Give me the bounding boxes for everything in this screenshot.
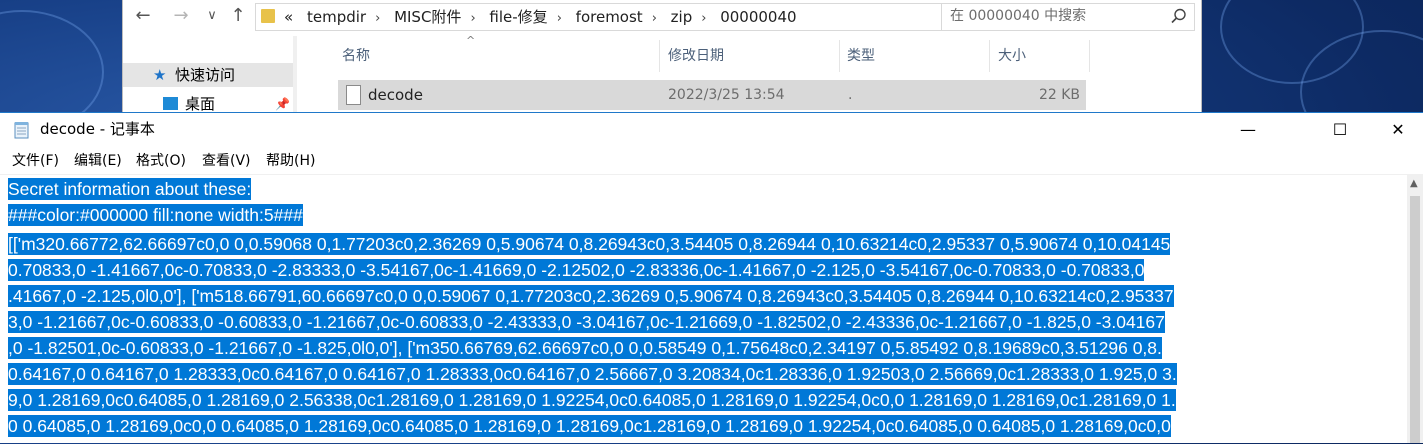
search-box [941,3,1195,31]
breadcrumb-item-zip[interactable]: zip [671,8,693,26]
window-title: decode - 记事本 [40,120,155,138]
column-header-size[interactable]: 大小 [992,42,1083,70]
minimize-icon[interactable]: — [1225,113,1271,146]
scrollbar-thumb[interactable] [1410,196,1420,443]
folder-icon [261,9,275,23]
notepad-window: decode - 记事本 — ☐ ✕ 文件(F) 编辑(E) 格式(O) 查看(… [0,112,1423,443]
search-input[interactable] [942,4,1170,28]
search-icon[interactable] [1170,7,1188,25]
column-divider[interactable] [1089,40,1090,72]
text-file-icon [346,85,361,105]
address-bar[interactable]: « tempdir › MISC附件 › file-修复 › foremost › zi… [255,3,1033,31]
text-line: 3,0 -1.21667,0c-0.60833,0 -0.60833,0 -1.… [8,311,1165,333]
column-divider[interactable] [839,40,840,72]
text-editor[interactable]: Secret information about these: ###color… [0,174,1407,444]
breadcrumb-separator-icon: › [556,11,562,26]
menu-bar: 文件(F) 编辑(E) 格式(O) 查看(V) 帮助(H) [0,149,1423,173]
explorer-nav-bar: ← → ∨ ↑ « tempdir › MISC附件 › file-修复 › fore… [123,0,1201,34]
sidebar-item-quick-access[interactable]: ★ 快速访问 [123,63,293,87]
column-divider[interactable] [659,40,660,72]
column-header-modified[interactable]: 修改日期 [662,42,833,70]
up-arrow-icon[interactable]: ↑ [227,5,249,27]
recent-locations-chevron-icon[interactable]: ∨ [201,5,223,27]
file-name: decode [368,86,423,104]
star-icon: ★ [153,66,167,84]
vertical-scrollbar[interactable]: ▲ [1407,174,1423,443]
text-line: 0.70833,0 -1.41667,0c-0.70833,0 -2.83333… [8,259,1145,281]
text-line: 0 0.64085,0 1.28169,0c0,0 0.64085,0 1.28… [8,415,1171,437]
desktop-icon [163,97,178,110]
breadcrumb-separator-icon: › [470,11,476,26]
breadcrumb-overflow[interactable]: « [284,8,293,26]
text-line: Secret information about these: [8,178,252,200]
breadcrumb-item-current[interactable]: 00000040 [720,8,796,26]
text-line: 0.64167,0 0.64167,0 1.28333,0c0.64167,0 … [8,363,1177,385]
breadcrumb: « tempdir › MISC附件 › file-修复 › foremost › zi… [284,4,797,30]
navigation-pane: ★ 快速访问 桌面 📌 [123,36,298,113]
menu-item-help[interactable]: 帮助(H) [266,149,315,173]
menu-item-format[interactable]: 格式(O) [136,149,186,173]
text-line: ,0 -1.82501,0c-0.60833,0 -1.21667,0 -1.8… [8,337,1162,359]
column-divider[interactable] [989,40,990,72]
menu-item-file[interactable]: 文件(F) [12,149,59,173]
file-explorer-window: ← → ∨ ↑ « tempdir › MISC附件 › file-修复 › fore… [122,0,1202,113]
menu-item-edit[interactable]: 编辑(E) [74,149,122,173]
close-icon[interactable]: ✕ [1375,113,1421,146]
back-arrow-icon[interactable]: ← [132,5,154,27]
notepad-icon [14,122,29,139]
breadcrumb-separator-icon: › [651,11,657,26]
file-size: 22 KB [1038,87,1080,103]
text-line: .41667,0 -2.125,0l0,0'], ['m518.66791,60… [8,285,1174,307]
text-line: ###color:#000000 fill:none width:5### [8,204,303,226]
breadcrumb-item-tempdir[interactable]: tempdir [307,8,366,26]
sidebar-item-label: 快速访问 [175,66,236,84]
breadcrumb-separator-icon: › [375,11,381,26]
text-line: [['m320.66772,62.66697c0,0 0,0.59068 0,1… [8,233,1171,255]
navigation-pane-scrollbar[interactable] [293,36,297,112]
forward-arrow-icon[interactable]: → [170,5,192,27]
breadcrumb-item-file-repair[interactable]: file-修复 [489,8,547,26]
column-header-name[interactable]: 名称 [336,42,652,70]
breadcrumb-item-misc[interactable]: MISC附件 [394,8,461,26]
file-list: ^ 名称 修改日期 类型 大小 decode 2022/3/25 13:54 .… [298,34,1201,112]
breadcrumb-item-foremost[interactable]: foremost [576,8,643,26]
breadcrumb-separator-icon: › [701,11,707,26]
maximize-icon[interactable]: ☐ [1317,113,1363,146]
desktop-wallpaper-right [1200,0,1423,112]
scroll-up-icon[interactable]: ▲ [1410,178,1418,189]
file-modified: 2022/3/25 13:54 [668,87,785,103]
column-header-type[interactable]: 类型 [841,42,982,70]
notepad-title-bar[interactable]: decode - 记事本 — ☐ ✕ [0,113,1423,146]
text-line: 9,0 1.28169,0c0.64085,0 1.28169,0 2.5633… [8,389,1176,411]
file-type: . [848,87,853,103]
table-row[interactable]: decode 2022/3/25 13:54 . 22 KB [338,80,1086,110]
menu-item-view[interactable]: 查看(V) [202,149,251,173]
